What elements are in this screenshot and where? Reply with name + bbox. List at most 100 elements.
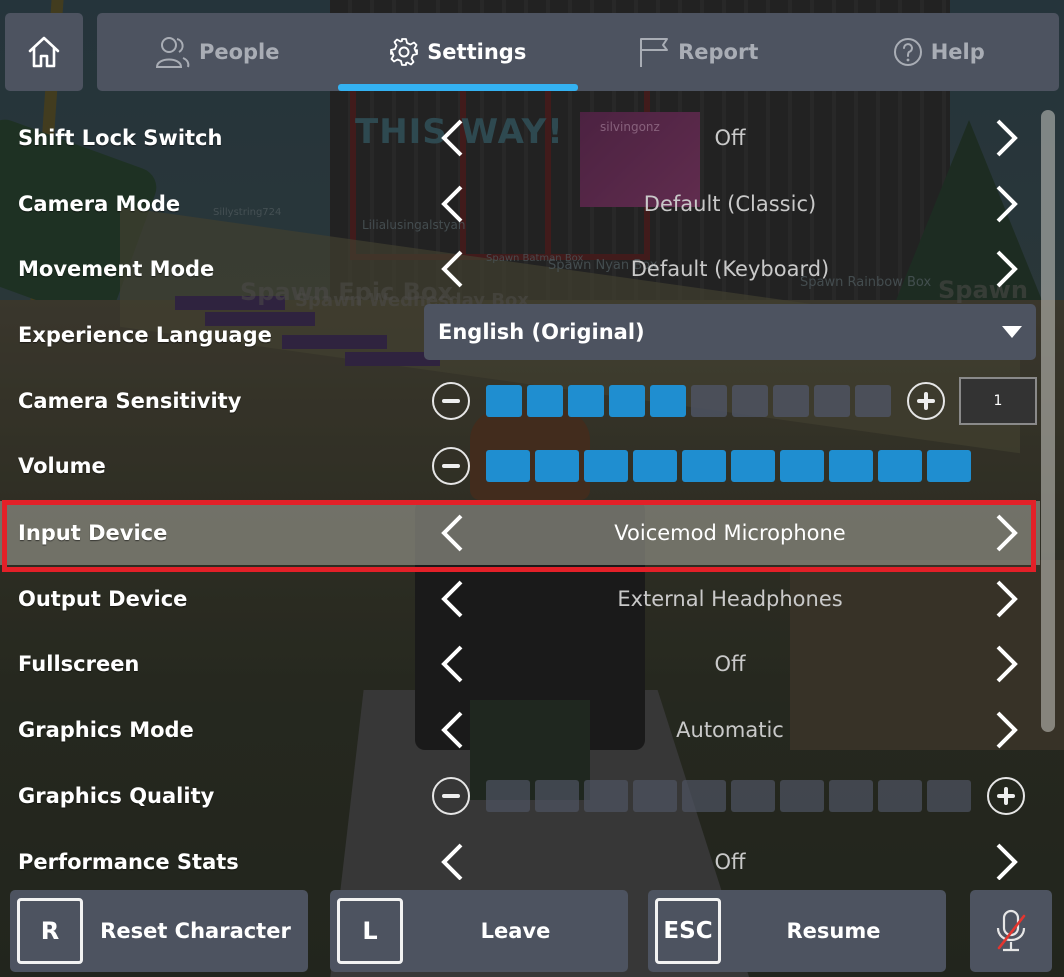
slider-segment[interactable]	[633, 450, 677, 482]
previous-option-button[interactable]	[435, 708, 469, 752]
previous-option-button[interactable]	[435, 642, 469, 686]
slider-segment[interactable]	[829, 780, 873, 812]
graphics-quality-slider[interactable]	[432, 777, 1025, 815]
decrease-button[interactable]	[432, 382, 470, 420]
increase-button[interactable]	[987, 777, 1025, 815]
tab-help-label: Help	[930, 40, 985, 64]
chevron-right-icon	[996, 711, 1018, 749]
setting-row-output-device: Output Device External Headphones	[0, 567, 1040, 631]
gear-icon	[390, 38, 419, 66]
setting-value: Default (Keyboard)	[630, 257, 830, 281]
slider-segment[interactable]	[731, 780, 775, 812]
setting-value: External Headphones	[617, 587, 843, 611]
slider-segment[interactable]	[535, 780, 579, 812]
previous-option-button[interactable]	[435, 511, 469, 555]
slider-track[interactable]	[486, 450, 971, 482]
next-option-button[interactable]	[990, 577, 1024, 621]
slider-segment[interactable]	[780, 450, 824, 482]
slider-segment[interactable]	[780, 780, 824, 812]
minus-icon	[442, 794, 460, 798]
slider-segment[interactable]	[633, 780, 677, 812]
language-dropdown[interactable]: English (Original)	[424, 304, 1036, 360]
flag-icon	[640, 38, 669, 67]
previous-option-button[interactable]	[435, 577, 469, 621]
next-option-button[interactable]	[990, 247, 1024, 291]
next-option-button[interactable]	[990, 840, 1024, 880]
resume-label: Resume	[786, 919, 881, 943]
setting-label: Graphics Mode	[18, 718, 194, 742]
camera-sensitivity-slider[interactable]	[432, 382, 945, 420]
chevron-left-icon	[441, 580, 463, 618]
slider-segment[interactable]	[814, 385, 850, 417]
caret-down-icon	[1002, 326, 1022, 338]
slider-segment[interactable]	[486, 450, 530, 482]
settings-scrollbar[interactable]	[1041, 110, 1055, 732]
home-button[interactable]	[5, 13, 83, 91]
mute-microphone-button[interactable]	[970, 890, 1052, 972]
slider-segment[interactable]	[682, 780, 726, 812]
tab-report[interactable]: Report	[578, 13, 819, 91]
slider-segment[interactable]	[855, 385, 891, 417]
slider-segment[interactable]	[731, 450, 775, 482]
tab-help[interactable]: Help	[819, 13, 1060, 91]
next-option-button[interactable]	[990, 642, 1024, 686]
next-option-button[interactable]	[990, 182, 1024, 226]
chevron-right-icon	[996, 185, 1018, 223]
slider-segment[interactable]	[927, 450, 971, 482]
setting-label: Fullscreen	[18, 652, 140, 676]
previous-option-button[interactable]	[435, 182, 469, 226]
next-option-button[interactable]	[990, 116, 1024, 160]
slider-segment[interactable]	[732, 385, 768, 417]
setting-row-camera-mode: Camera Mode Default (Classic)	[0, 172, 1040, 236]
previous-option-button[interactable]	[435, 247, 469, 291]
setting-row-camera-sensitivity: Camera Sensitivity 1	[0, 369, 1040, 433]
previous-option-button[interactable]	[435, 116, 469, 160]
leave-button[interactable]: L Leave	[330, 890, 628, 972]
setting-label: Camera Mode	[18, 192, 181, 216]
slider-segment[interactable]	[878, 780, 922, 812]
camera-sensitivity-input[interactable]: 1	[959, 377, 1037, 425]
slider-segment[interactable]	[486, 385, 522, 417]
slider-track[interactable]	[486, 385, 891, 417]
setting-row-experience-language: Experience Language English (Original)	[0, 303, 1040, 367]
decrease-button[interactable]	[432, 777, 470, 815]
resume-button[interactable]: ESC Resume	[648, 890, 946, 972]
minus-icon	[442, 464, 460, 468]
chevron-left-icon	[441, 514, 463, 552]
volume-slider[interactable]	[432, 447, 987, 485]
slider-track[interactable]	[486, 780, 971, 812]
slider-segment[interactable]	[486, 780, 530, 812]
slider-segment[interactable]	[829, 450, 873, 482]
tab-people[interactable]: People	[97, 13, 338, 91]
next-option-button[interactable]	[990, 708, 1024, 752]
decrease-button[interactable]	[432, 447, 470, 485]
setting-row-graphics-mode: Graphics Mode Automatic	[0, 698, 1040, 762]
slider-segment[interactable]	[527, 385, 563, 417]
tab-settings[interactable]: Settings	[337, 13, 579, 91]
slider-segment[interactable]	[609, 385, 645, 417]
slider-segment[interactable]	[691, 385, 727, 417]
setting-label: Graphics Quality	[18, 784, 215, 808]
setting-label: Camera Sensitivity	[18, 389, 242, 413]
increase-button[interactable]	[907, 382, 945, 420]
setting-label: Shift Lock Switch	[18, 126, 223, 150]
chevron-right-icon	[996, 843, 1018, 880]
slider-segment[interactable]	[568, 385, 604, 417]
setting-label: Output Device	[18, 587, 188, 611]
key-hint-l: L	[337, 898, 403, 964]
mic-muted-icon	[996, 909, 1026, 952]
reset-character-button[interactable]: R Reset Character	[10, 890, 308, 972]
setting-row-volume: Volume	[0, 434, 1040, 498]
setting-label: Experience Language	[18, 323, 272, 347]
slider-segment[interactable]	[878, 450, 922, 482]
next-option-button[interactable]	[990, 511, 1024, 555]
slider-segment[interactable]	[535, 450, 579, 482]
slider-segment[interactable]	[927, 780, 971, 812]
slider-segment[interactable]	[584, 450, 628, 482]
previous-option-button[interactable]	[435, 840, 469, 880]
slider-segment[interactable]	[773, 385, 809, 417]
slider-segment[interactable]	[682, 450, 726, 482]
slider-segment[interactable]	[584, 780, 628, 812]
slider-segment[interactable]	[650, 385, 686, 417]
setting-row-movement-mode: Movement Mode Default (Keyboard)	[0, 237, 1040, 301]
